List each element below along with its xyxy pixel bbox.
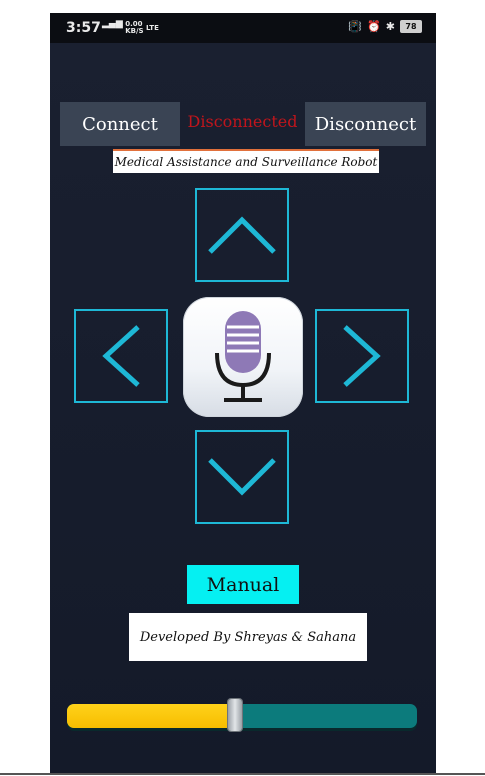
connection-status: Disconnected	[187, 112, 298, 131]
speed-slider[interactable]	[67, 699, 417, 731]
network-unit: KB/S	[125, 27, 144, 35]
disconnect-button[interactable]: Disconnect	[305, 102, 426, 146]
slider-thumb[interactable]	[228, 699, 242, 731]
chevron-left-icon	[102, 325, 140, 387]
chevron-down-icon	[208, 458, 276, 496]
status-time: 3:57	[66, 20, 101, 36]
battery-icon: 78	[400, 20, 422, 33]
connect-button[interactable]: Connect	[60, 102, 180, 146]
chevron-up-icon	[208, 216, 276, 254]
status-icons: 📳 ⏰ ✱ 78	[348, 20, 422, 33]
move-right-button[interactable]	[315, 309, 409, 403]
divider	[0, 773, 485, 775]
developer-credit: Developed By Shreyas & Sahana	[129, 613, 367, 661]
signal-icon: ▂▄▆	[102, 19, 123, 29]
chevron-right-icon	[343, 325, 381, 387]
voice-command-button[interactable]	[183, 297, 303, 417]
move-left-button[interactable]	[74, 309, 168, 403]
alarm-icon: ⏰	[367, 20, 381, 33]
microphone-icon	[215, 311, 271, 402]
network-type: LTE	[146, 24, 159, 32]
vibrate-icon: 📳	[348, 20, 363, 33]
network-indicator: ▂▄▆ 0.00 KB/S LTE	[102, 19, 159, 35]
status-bar: 3:57 ▂▄▆ 0.00 KB/S LTE 📳 ⏰ ✱ 78	[50, 13, 436, 43]
app-screen: 3:57 ▂▄▆ 0.00 KB/S LTE 📳 ⏰ ✱ 78 Connect …	[50, 13, 436, 773]
slider-fill	[67, 704, 235, 728]
move-down-button[interactable]	[195, 430, 289, 524]
manual-mode-button[interactable]: Manual	[187, 565, 299, 604]
bluetooth-icon: ✱	[385, 20, 395, 33]
move-up-button[interactable]	[195, 188, 289, 282]
app-title: Medical Assistance and Surveillance Robo…	[113, 149, 379, 173]
